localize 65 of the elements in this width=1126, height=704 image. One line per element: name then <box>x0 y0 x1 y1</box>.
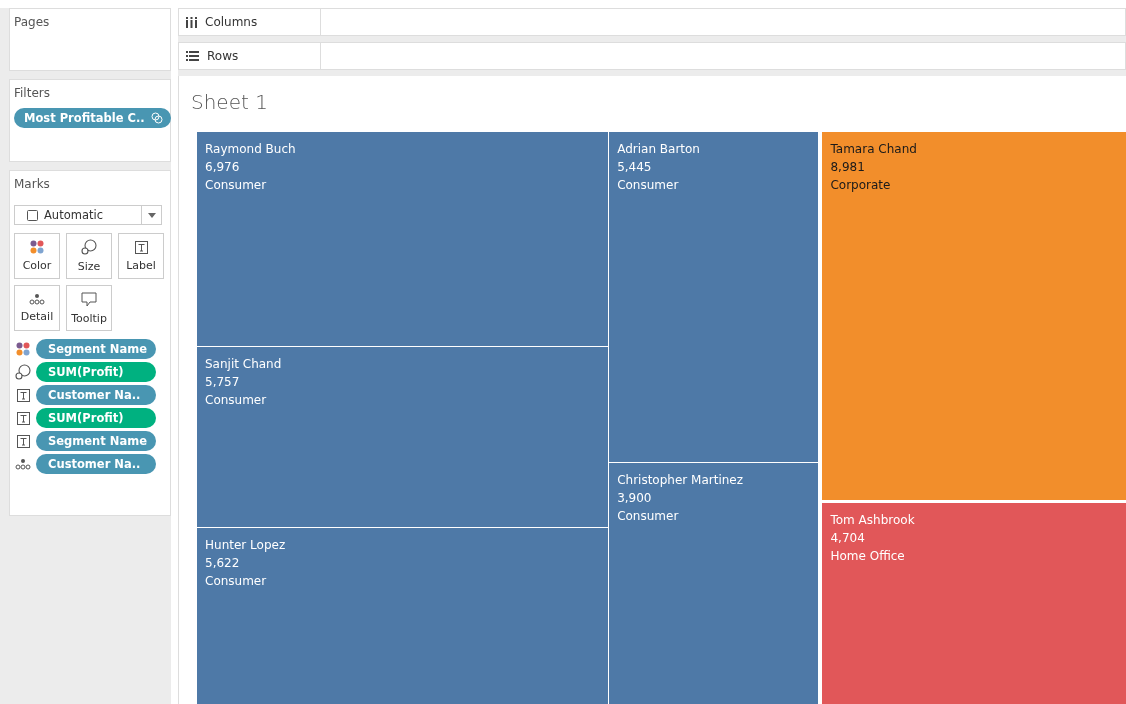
profit-value: 8,981 <box>830 159 866 175</box>
marks-card-button[interactable]: Size <box>66 233 112 279</box>
treemap-tile[interactable]: Christopher Martinez 3,900 Consumer <box>609 462 819 704</box>
segment-name: Consumer <box>205 177 268 193</box>
text-label-icon <box>16 434 30 448</box>
profit-value: 3,900 <box>617 489 653 506</box>
customer-name: Sanjit Chand <box>205 356 283 373</box>
segment-name: Consumer <box>205 572 268 589</box>
field-pill[interactable]: SUM(Profit) <box>36 408 156 428</box>
treemap-tile[interactable]: Hunter Lopez 5,622 Consumer <box>197 527 609 704</box>
size-circles-icon <box>15 364 31 380</box>
pages-title: Pages <box>14 15 50 29</box>
customer-name: Raymond Buch <box>205 141 297 157</box>
columns-icon <box>186 16 197 28</box>
segment-name: Consumer <box>617 177 680 193</box>
profit-value: 6,976 <box>205 159 241 175</box>
marks-card-button[interactable]: Detail <box>14 285 60 331</box>
field-pill[interactable]: Segment Name <box>36 431 156 451</box>
filters-title: Filters <box>14 86 50 100</box>
speech-bubble-icon <box>81 291 97 307</box>
profit-value: 4,704 <box>830 529 866 546</box>
segment-name: Consumer <box>617 507 680 524</box>
field-pill[interactable]: Customer Na.. <box>36 454 156 474</box>
text-label-icon <box>16 388 30 402</box>
color-dots-icon <box>16 342 30 356</box>
sheet-title: Sheet 1 <box>191 90 269 114</box>
profit-value: 5,757 <box>205 374 241 391</box>
mark-type-label: Automatic <box>44 208 104 222</box>
mark-type-dropdown[interactable]: Automatic <box>14 205 162 225</box>
segment-name: Corporate <box>830 177 892 193</box>
treemap-tile[interactable]: Tom Ashbrook 4,704 Home Office <box>822 502 1126 704</box>
text-label-icon <box>134 240 148 254</box>
marks-card-button[interactable]: Tooltip <box>66 285 112 331</box>
filter-pill[interactable]: Most Profitable C.. <box>14 108 171 128</box>
customer-name: Christopher Martinez <box>617 471 744 488</box>
profit-value: 5,622 <box>205 554 241 571</box>
text-label-icon <box>16 411 30 425</box>
field-pill[interactable]: Segment Name <box>36 339 156 359</box>
customer-name: Tamara Chand <box>830 141 918 157</box>
customer-name: Hunter Lopez <box>205 536 287 553</box>
segment-name: Consumer <box>205 392 268 409</box>
shelf-label: Rows <box>179 43 321 69</box>
filter-pill-label: Most Profitable C.. <box>24 110 145 127</box>
treemap-tile[interactable]: Adrian Barton 5,445 Consumer <box>609 132 819 462</box>
customer-name: Adrian Barton <box>617 141 701 157</box>
detail-dots-icon <box>29 293 45 305</box>
customer-name: Tom Ashbrook <box>830 511 916 528</box>
marks-card-button[interactable]: Label <box>118 233 164 279</box>
segment-name: Home Office <box>830 547 906 564</box>
caret-icon <box>148 212 156 218</box>
color-dots-icon <box>30 240 44 254</box>
set-icon <box>150 112 163 124</box>
profit-value: 5,445 <box>617 159 653 175</box>
field-pill[interactable]: SUM(Profit) <box>36 362 156 382</box>
field-pill[interactable]: Customer Na.. <box>36 385 156 405</box>
marks-title: Marks <box>14 177 50 191</box>
treemap-tile[interactable]: Tamara Chand 8,981 Corporate <box>822 132 1126 500</box>
marks-card-button[interactable]: Color <box>14 233 60 279</box>
size-circles-icon <box>81 239 97 255</box>
treemap-tile[interactable]: Sanjit Chand 5,757 Consumer <box>197 347 609 527</box>
detail-dots-icon <box>15 458 31 470</box>
square-icon <box>27 209 38 221</box>
treemap-tile[interactable]: Raymond Buch 6,976 Consumer <box>197 132 609 347</box>
shelf-label: Columns <box>179 9 321 35</box>
rows-icon <box>186 51 199 61</box>
